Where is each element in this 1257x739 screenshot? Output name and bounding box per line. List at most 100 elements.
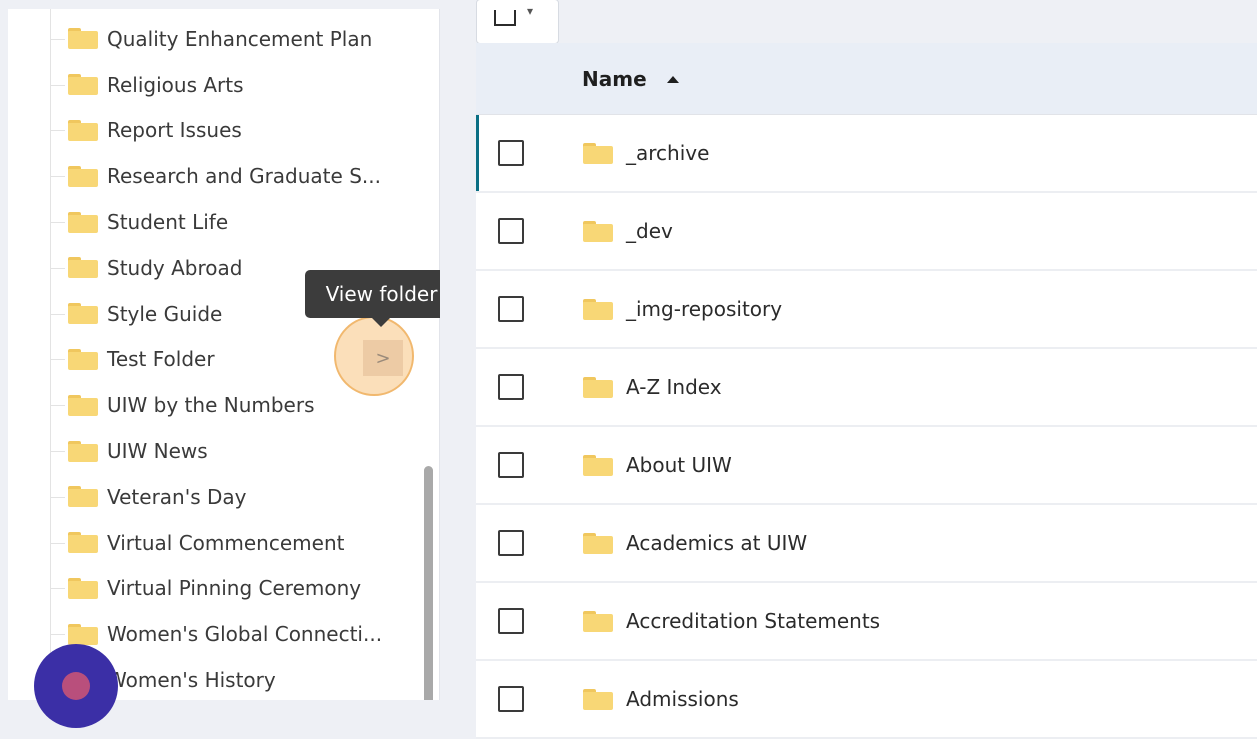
tree-item-label: Virtual Pinning Ceremony xyxy=(107,576,362,601)
table-row[interactable]: About UIW xyxy=(476,427,1257,505)
tooltip-text: View folder xyxy=(325,282,438,306)
tree-branch xyxy=(51,405,65,407)
table-row[interactable]: Academics at UIW xyxy=(476,505,1257,583)
tree-item-religious-arts[interactable]: Religious Arts xyxy=(8,62,439,108)
sort-ascending-icon xyxy=(666,76,679,83)
tree-item-label: Test Folder xyxy=(107,347,215,372)
folder-icon xyxy=(583,454,613,476)
tree-item-label: Student Life xyxy=(107,210,229,235)
row-checkbox[interactable] xyxy=(498,218,524,244)
folder-icon xyxy=(68,394,98,416)
folder-icon xyxy=(68,165,98,187)
folder-icon xyxy=(68,348,98,370)
tree-item-virtual-commencement[interactable]: Virtual Commencement xyxy=(8,520,439,566)
file-list-panel: ▾ Name _archive _dev _img-repository A-Z… xyxy=(440,0,1257,739)
table-row[interactable]: A-Z Index xyxy=(476,349,1257,427)
table-header: Name xyxy=(476,43,1257,115)
view-folder-tooltip: View folder xyxy=(305,270,458,318)
tree-item-student-life[interactable]: Student Life xyxy=(8,199,439,245)
tree-branch xyxy=(51,496,65,498)
tree-branch xyxy=(51,451,65,453)
row-name-link[interactable]: Accreditation Statements xyxy=(626,609,880,633)
tree-item-label: Quality Enhancement Plan xyxy=(107,26,373,51)
tree-item-label: Report Issues xyxy=(107,118,242,143)
row-checkbox[interactable] xyxy=(498,452,524,478)
name-header-label: Name xyxy=(582,66,647,91)
row-name-link[interactable]: _archive xyxy=(626,141,709,165)
folder-icon xyxy=(583,688,613,710)
folder-icon xyxy=(68,577,98,599)
folder-icon xyxy=(68,257,98,279)
folder-icon xyxy=(583,220,613,242)
checkbox-icon xyxy=(494,10,516,26)
folder-icon xyxy=(583,532,613,554)
row-name-link[interactable]: Admissions xyxy=(626,687,739,711)
file-table: Name _archive _dev _img-repository A-Z I… xyxy=(476,43,1257,739)
table-row[interactable]: _img-repository xyxy=(476,271,1257,349)
tree-item-label: Study Abroad xyxy=(107,255,243,280)
tree-branch xyxy=(51,130,65,132)
folder-icon xyxy=(68,486,98,508)
select-all-dropdown-button[interactable]: ▾ xyxy=(476,0,559,44)
tree-branch xyxy=(51,176,65,178)
row-name-link[interactable]: Academics at UIW xyxy=(626,531,807,555)
top-frame xyxy=(0,0,1257,9)
tree-item-label: UIW by the Numbers xyxy=(107,393,315,418)
row-checkbox[interactable] xyxy=(498,296,524,322)
tree-item-quality-enhancement-plan[interactable]: Quality Enhancement Plan xyxy=(8,16,439,62)
tree-item-label: Religious Arts xyxy=(107,72,244,97)
cursor-indicator xyxy=(34,644,118,728)
tree-item-uiw-news[interactable]: UIW News xyxy=(8,428,439,474)
row-checkbox[interactable] xyxy=(498,608,524,634)
folder-icon xyxy=(583,298,613,320)
row-checkbox[interactable] xyxy=(498,374,524,400)
row-name-link[interactable]: About UIW xyxy=(626,453,732,477)
tree-item-veterans-day[interactable]: Veteran's Day xyxy=(8,474,439,520)
cursor-indicator-center xyxy=(62,672,90,700)
tree-branch xyxy=(51,634,65,636)
folder-icon xyxy=(68,532,98,554)
tree-branch xyxy=(51,588,65,590)
tree-item-label: Style Guide xyxy=(107,301,223,326)
table-row[interactable]: Accreditation Statements xyxy=(476,583,1257,661)
row-checkbox[interactable] xyxy=(498,686,524,712)
tree-item-label: UIW News xyxy=(107,439,208,464)
view-folder-button[interactable]: > xyxy=(363,340,403,376)
table-row[interactable]: _dev xyxy=(476,193,1257,271)
tree-branch xyxy=(51,84,65,86)
left-frame xyxy=(0,0,8,700)
tree-item-research-and-graduate[interactable]: Research and Graduate S... xyxy=(8,153,439,199)
folder-icon xyxy=(68,440,98,462)
caret-down-icon: ▾ xyxy=(527,4,534,18)
tree-branch xyxy=(51,313,65,315)
name-column-header[interactable]: Name xyxy=(582,67,679,91)
row-checkbox[interactable] xyxy=(498,140,524,166)
tree-item-label: Virtual Commencement xyxy=(107,530,345,555)
tree-item-label: Veteran's Day xyxy=(107,484,247,509)
folder-icon xyxy=(68,119,98,141)
table-row[interactable]: _archive xyxy=(476,115,1257,193)
folder-icon xyxy=(68,211,98,233)
tree-branch xyxy=(51,222,65,224)
row-name-link[interactable]: A-Z Index xyxy=(626,375,722,399)
sidebar-scrollbar[interactable] xyxy=(424,466,433,700)
row-name-link[interactable]: _dev xyxy=(626,219,673,243)
tree-branch xyxy=(51,542,65,544)
folder-icon xyxy=(583,610,613,632)
tree-item-label: Research and Graduate S... xyxy=(107,164,381,189)
tree-item-report-issues[interactable]: Report Issues xyxy=(8,108,439,154)
folder-icon xyxy=(68,623,98,645)
tree-item-virtual-pinning-ceremony[interactable]: Virtual Pinning Ceremony xyxy=(8,566,439,612)
tree-branch xyxy=(51,359,65,361)
tree-branch xyxy=(51,38,65,40)
row-name-link[interactable]: _img-repository xyxy=(626,297,782,321)
tree-branch xyxy=(51,267,65,269)
tooltip-arrow xyxy=(372,318,390,327)
table-row[interactable]: Admissions xyxy=(476,661,1257,739)
folder-icon xyxy=(583,376,613,398)
folder-icon xyxy=(68,303,98,325)
folder-icon xyxy=(68,28,98,50)
row-checkbox[interactable] xyxy=(498,530,524,556)
folder-icon xyxy=(68,74,98,96)
chevron-right-icon: > xyxy=(375,347,391,369)
